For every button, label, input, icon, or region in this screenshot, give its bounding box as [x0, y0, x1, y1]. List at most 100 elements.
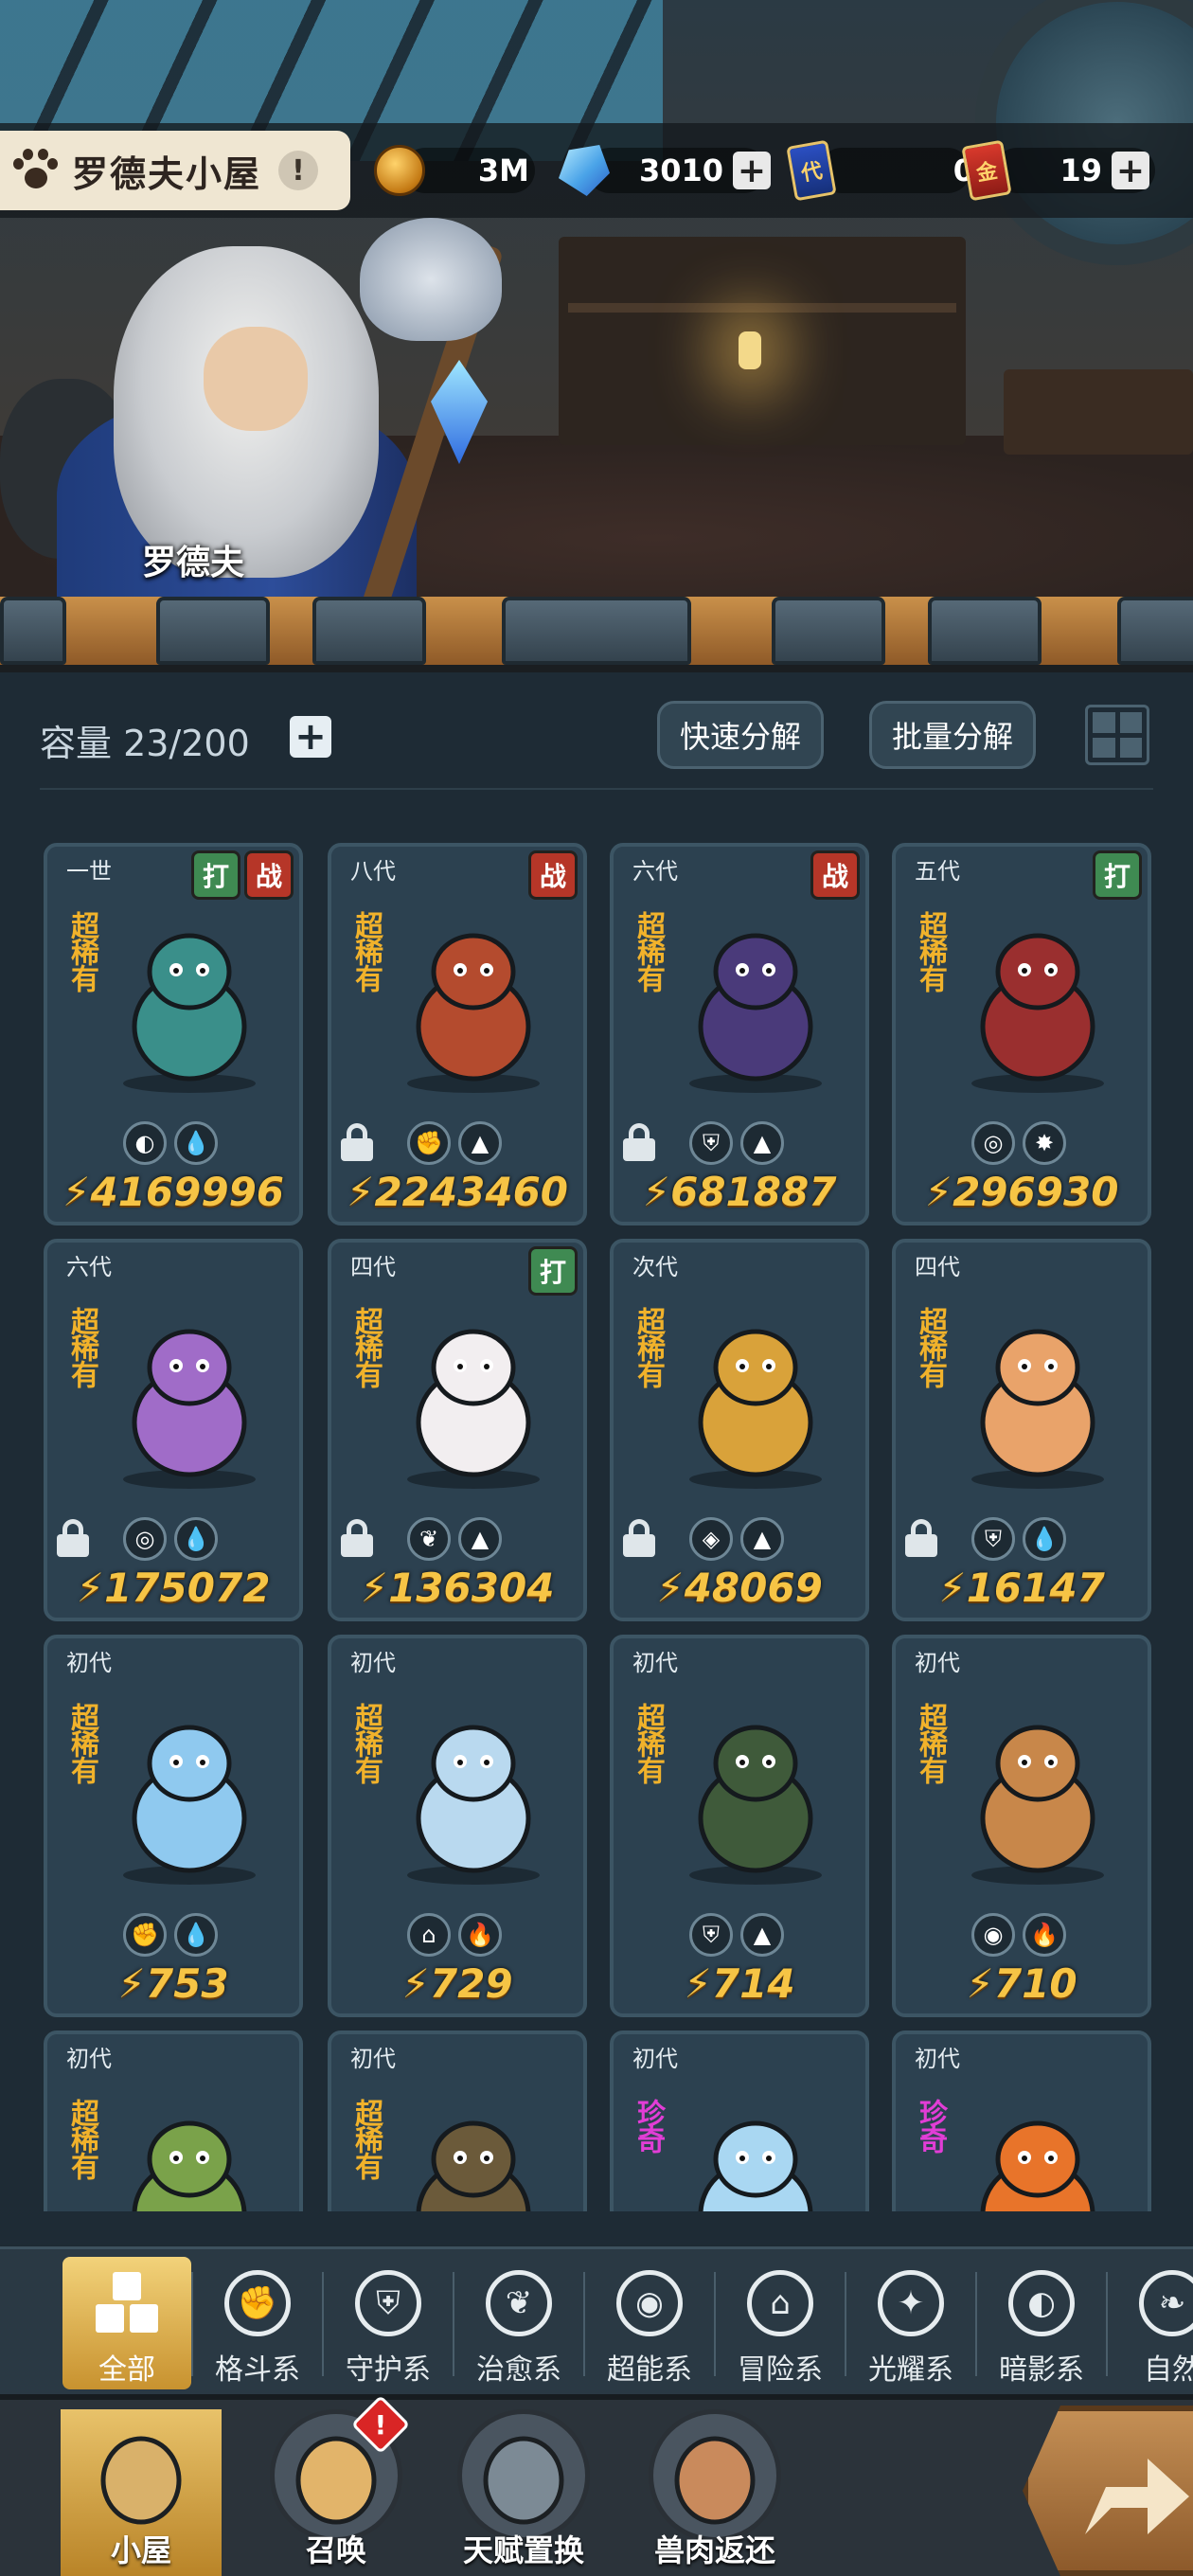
monster-card[interactable]: 初代 珍奇 [610, 2030, 869, 2211]
lock-icon[interactable] [57, 1519, 89, 1557]
monster-card[interactable]: 四代 超稀有打 ❦ ▲ ⚡136304 [328, 1239, 587, 1621]
monster-portrait [953, 2091, 1123, 2211]
power-value: 729 [429, 1960, 513, 2007]
monster-portrait [104, 2091, 275, 2211]
monster-portrait [670, 903, 841, 1093]
rarity-label: 超稀有 [65, 2099, 98, 2178]
power-icon: ⚡ [924, 1169, 953, 1215]
category-label: 守护系 [346, 2353, 431, 2387]
monster-card[interactable]: 初代 超稀有 ⌂ 🔥 ⚡729 [328, 1635, 587, 2017]
nav-swap-arrows[interactable]: 天赋置换 [443, 2409, 604, 2576]
grid-view-toggle[interactable] [1085, 705, 1149, 765]
category-separator [845, 2272, 846, 2376]
category-separator [191, 2272, 193, 2376]
quick-decompose-button[interactable]: 快速分解 [657, 701, 824, 769]
category-tab-shadow-eye[interactable]: ◐ 暗影系 [977, 2257, 1106, 2389]
expand-capacity-button[interactable]: + [290, 715, 331, 759]
element-icon: ✸ [1023, 1121, 1066, 1165]
monster-card[interactable]: 次代 超稀有 ◈ ▲ ⚡48069 [610, 1239, 869, 1621]
nav-label: 兽肉返还 [653, 2532, 775, 2568]
monster-card[interactable]: 初代 超稀有 [44, 2030, 303, 2211]
generation-label: 一世 [66, 858, 112, 885]
monster-portrait [953, 1299, 1123, 1489]
monster-card[interactable]: 五代 超稀有打 ◎ ✸ ⚡296930 [892, 843, 1151, 1225]
monster-card[interactable]: 八代 超稀有战 ✊ ▲ ⚡2243460 [328, 843, 587, 1225]
category-tab-sprout[interactable]: ❦ 治愈系 [454, 2257, 583, 2389]
lock-icon[interactable] [341, 1123, 373, 1161]
element-icon: ▲ [740, 1121, 784, 1165]
house-title-tag: 罗德夫小屋 ! [0, 131, 350, 210]
combat-power: ⚡710 [896, 1960, 1148, 2007]
lock-icon[interactable] [341, 1519, 373, 1557]
monster-card[interactable]: 六代 超稀有 ◎ 💧 ⚡175072 [44, 1239, 303, 1621]
npc-name[interactable]: 罗德夫 [142, 535, 244, 584]
monster-card[interactable]: 初代 超稀有 ✊ 💧 ⚡753 [44, 1635, 303, 2017]
monster-card[interactable]: 初代 超稀有 ⛨ ▲ ⚡714 [610, 1635, 869, 2017]
category-tab-star-burst[interactable]: ✦ 光耀系 [846, 2257, 975, 2389]
category-label: 暗影系 [999, 2353, 1084, 2387]
monster-card[interactable]: 六代 超稀有战 ⛨ ▲ ⚡681887 [610, 843, 869, 1225]
combat-power: ⚡136304 [331, 1565, 583, 1611]
element-icon: ▲ [740, 1913, 784, 1957]
power-icon: ⚡ [656, 1565, 685, 1611]
nav-meat[interactable]: 兽肉返还 [634, 2409, 795, 2576]
generation-label: 六代 [66, 1254, 112, 1280]
rarity-label: 超稀有 [632, 911, 665, 991]
type-icon: ◎ [971, 1121, 1015, 1165]
element-icon: 💧 [1023, 1517, 1066, 1561]
category-tab-alien[interactable]: ◉ 超能系 [585, 2257, 714, 2389]
monster-portrait [388, 1695, 559, 1885]
lantern-icon: ⌂ [747, 2270, 813, 2336]
candle-light [739, 331, 761, 369]
add-gem-button[interactable]: + [733, 152, 771, 190]
generation-label: 初代 [632, 2046, 678, 2072]
power-value: 136304 [388, 1565, 555, 1611]
rarity-label: 珍奇 [632, 2099, 665, 2152]
combat-power: ⚡48069 [614, 1565, 865, 1611]
monster-portrait [953, 903, 1123, 1093]
nav-label: 召唤 [305, 2532, 366, 2568]
category-tab-leaf[interactable]: ❧ 自然 [1108, 2257, 1193, 2389]
power-icon: ⚡ [966, 1960, 994, 2007]
nav-label: 小屋 [110, 2532, 171, 2568]
batch-decompose-button[interactable]: 批量分解 [869, 701, 1036, 769]
add-gold-card-button[interactable]: + [1112, 152, 1149, 190]
monster-portrait [388, 2091, 559, 2211]
hit-tag: 打 [528, 1246, 578, 1296]
lock-icon[interactable] [905, 1519, 937, 1557]
generation-label: 八代 [350, 858, 396, 885]
lock-icon[interactable] [623, 1123, 655, 1161]
monster-card[interactable]: 初代 珍奇 [892, 2030, 1151, 2211]
monster-card[interactable]: 初代 超稀有 [328, 2030, 587, 2211]
category-tab-lantern[interactable]: ⌂ 冒险系 [716, 2257, 845, 2389]
element-icon: ▲ [458, 1121, 502, 1165]
info-button[interactable]: ! [278, 151, 319, 190]
element-icon: 🔥 [1023, 1913, 1066, 1957]
meat-icon [649, 2409, 781, 2542]
power-value: 710 [993, 1960, 1077, 2007]
rarity-label: 超稀有 [914, 1703, 947, 1782]
fist-icon: ✊ [224, 2270, 291, 2336]
monster-portrait [670, 1695, 841, 1885]
generation-card-icon: 代 [786, 139, 837, 202]
category-tab-all-grid[interactable]: 全部 [62, 2257, 191, 2389]
alien-icon: ◉ [616, 2270, 683, 2336]
monster-card[interactable]: 一世 超稀有打战 ◐ 💧 ⚡4169996 [44, 843, 303, 1225]
house-title: 罗德夫小屋 [72, 152, 262, 195]
monster-portrait [104, 1695, 275, 1885]
category-tab-fist[interactable]: ✊ 格斗系 [193, 2257, 322, 2389]
category-separator [583, 2272, 585, 2376]
rarity-label: 超稀有 [349, 2099, 383, 2178]
battle-tag: 战 [528, 850, 578, 900]
power-icon: ⚡ [684, 1960, 712, 2007]
lock-icon[interactable] [623, 1519, 655, 1557]
house-icon [75, 2409, 207, 2542]
monster-card[interactable]: 初代 超稀有 ◉ 🔥 ⚡710 [892, 1635, 1151, 2017]
category-tab-shield[interactable]: ⛨ 守护系 [324, 2257, 453, 2389]
type-icon: ◉ [971, 1913, 1015, 1957]
power-value: 4169996 [90, 1169, 285, 1215]
power-icon: ⚡ [401, 1960, 430, 2007]
nav-house[interactable]: 小屋 [61, 2409, 222, 2576]
element-icon: ▲ [740, 1517, 784, 1561]
monster-card[interactable]: 四代 超稀有 ⛨ 💧 ⚡16147 [892, 1239, 1151, 1621]
